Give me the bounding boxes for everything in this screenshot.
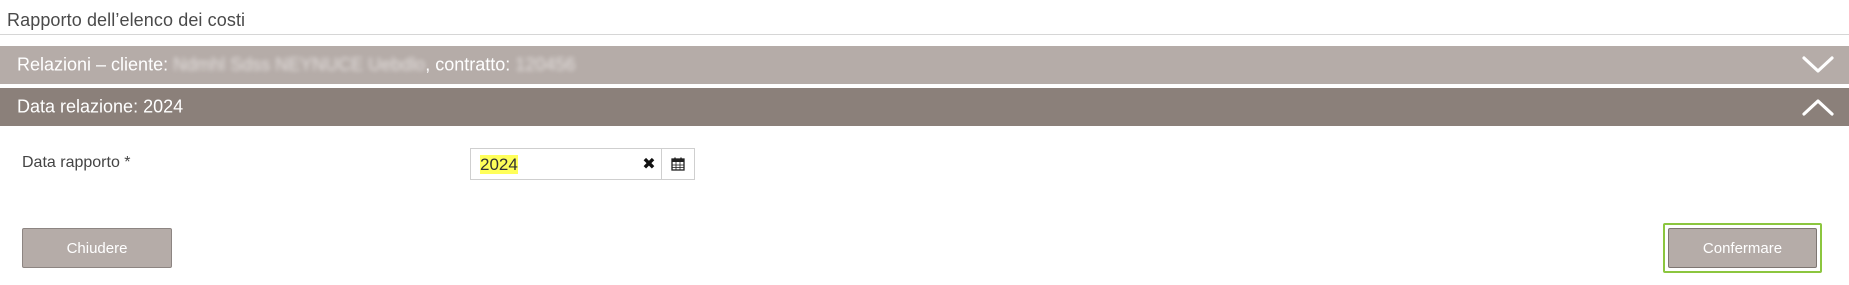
contract-number-redacted: 120456: [515, 54, 576, 75]
clear-icon[interactable]: ✖: [638, 149, 660, 179]
relations-section-header[interactable]: Relazioni – cliente: Ndmhl Sdss NEYNUCE …: [0, 46, 1849, 84]
report-date-section-header[interactable]: Data relazione: 2024: [0, 88, 1849, 126]
report-date-section-title: Data relazione: 2024: [17, 96, 184, 117]
report-date-picker: 2024 ✖: [470, 148, 695, 180]
confirm-button-focus-ring: Confermare: [1663, 223, 1822, 273]
chevron-down-icon[interactable]: [1801, 55, 1835, 75]
calendar-button[interactable]: [661, 149, 694, 179]
page-title: Rapporto dell’elenco dei costi: [7, 10, 246, 30]
relations-prefix: Relazioni – cliente:: [17, 54, 169, 75]
report-date-value: 2024: [480, 155, 518, 174]
title-divider: [0, 34, 1849, 35]
confirm-button[interactable]: Confermare: [1668, 228, 1817, 268]
relations-comma: ,: [425, 54, 431, 75]
calendar-icon: [671, 157, 685, 171]
report-date-input[interactable]: 2024: [479, 155, 519, 175]
report-date-label: Data rapporto *: [22, 154, 131, 171]
cost-list-report-page: Rapporto dell’elenco dei costi Relazioni…: [0, 0, 1849, 285]
close-button[interactable]: Chiudere: [22, 228, 172, 268]
relations-section-text: Relazioni – cliente: Ndmhl Sdss NEYNUCE …: [17, 55, 575, 76]
client-name-redacted: Ndmhl Sdss NEYNUCE Uebdlo: [173, 54, 426, 75]
chevron-up-icon[interactable]: [1801, 97, 1835, 117]
contract-label: contratto:: [435, 54, 511, 75]
